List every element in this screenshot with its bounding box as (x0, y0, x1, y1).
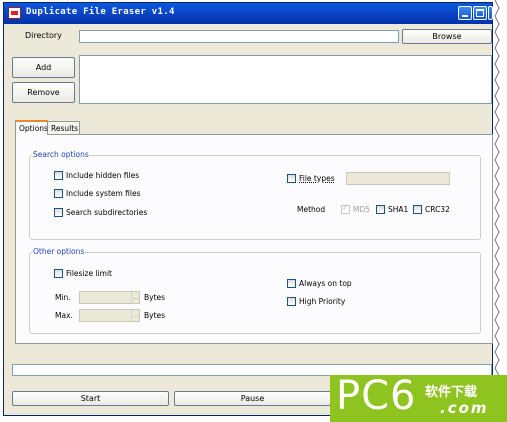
search-options-legend: Search options (32, 150, 90, 159)
max-label: Max. (55, 311, 73, 320)
always-on-top-checkbox[interactable] (287, 279, 296, 288)
file-types-checkbox[interactable] (287, 174, 296, 183)
max-spinner[interactable] (79, 309, 140, 322)
directory-label: Directory (25, 31, 62, 40)
add-button[interactable]: Add (12, 57, 75, 78)
sha1-label: SHA1 (388, 205, 409, 214)
method-label: Method (297, 205, 326, 214)
directory-list[interactable] (79, 55, 492, 104)
search-subdirs-label: Search subdirectories (66, 208, 148, 217)
crc32-label: CRC32 (425, 205, 450, 214)
max-unit: Bytes (144, 311, 166, 320)
torn-edge-decoration (494, 0, 500, 417)
options-panel: Search options Include hidden files Incl… (15, 134, 493, 344)
include-hidden-label: Include hidden files (66, 171, 140, 180)
directory-input[interactable] (79, 30, 399, 43)
crc32-checkbox[interactable] (413, 205, 422, 214)
min-unit: Bytes (144, 293, 166, 302)
file-types-label: File types (299, 174, 335, 183)
file-types-input[interactable] (346, 172, 450, 185)
min-label: Min. (55, 293, 71, 302)
app-window: Duplicate File Eraser v1.4 Directory Bro… (3, 2, 493, 416)
sha1-checkbox[interactable] (376, 205, 385, 214)
filesize-limit-label: Filesize limit (66, 269, 112, 278)
min-spin-up[interactable] (131, 292, 139, 297)
minimize-button[interactable] (458, 6, 472, 20)
max-spin-up[interactable] (131, 310, 139, 315)
minimize-icon (462, 15, 468, 17)
include-system-checkbox[interactable] (54, 189, 63, 198)
min-spinner[interactable] (79, 291, 140, 304)
other-options-group: Other options Filesize limit Min. Bytes … (29, 247, 481, 334)
search-options-group: Search options Include hidden files Incl… (29, 150, 481, 240)
maximize-button[interactable] (473, 6, 487, 20)
tab-options[interactable]: Options (15, 120, 48, 135)
md5-checkbox[interactable] (341, 203, 350, 214)
start-button[interactable]: Start (12, 391, 169, 406)
other-options-legend: Other options (32, 247, 86, 256)
app-icon (8, 7, 21, 19)
browse-button[interactable]: Browse (402, 29, 492, 44)
pause-button[interactable]: Pause (174, 391, 331, 406)
watermark-logo: PC6 软件下载 .com (330, 373, 507, 422)
include-system-label: Include system files (66, 189, 141, 198)
window-title: Duplicate File Eraser v1.4 (26, 7, 175, 17)
watermark-cn-text: 软件下载 (425, 385, 478, 400)
always-on-top-label: Always on top (299, 279, 352, 288)
remove-button[interactable]: Remove (12, 82, 75, 103)
watermark-domain: .com (440, 399, 489, 417)
max-spin-down[interactable] (131, 316, 139, 322)
maximize-icon (476, 9, 484, 17)
high-priority-checkbox[interactable] (287, 297, 296, 306)
min-spin-down[interactable] (131, 298, 139, 304)
watermark-text: PC6 (336, 373, 417, 419)
tab-results[interactable]: Results (47, 121, 80, 135)
filesize-limit-checkbox[interactable] (54, 269, 63, 278)
md5-label: MD5 (353, 205, 371, 214)
high-priority-label: High Priority (299, 297, 346, 306)
title-bar[interactable]: Duplicate File Eraser v1.4 (4, 3, 493, 24)
search-subdirs-checkbox[interactable] (54, 208, 63, 217)
include-hidden-checkbox[interactable] (54, 171, 63, 180)
